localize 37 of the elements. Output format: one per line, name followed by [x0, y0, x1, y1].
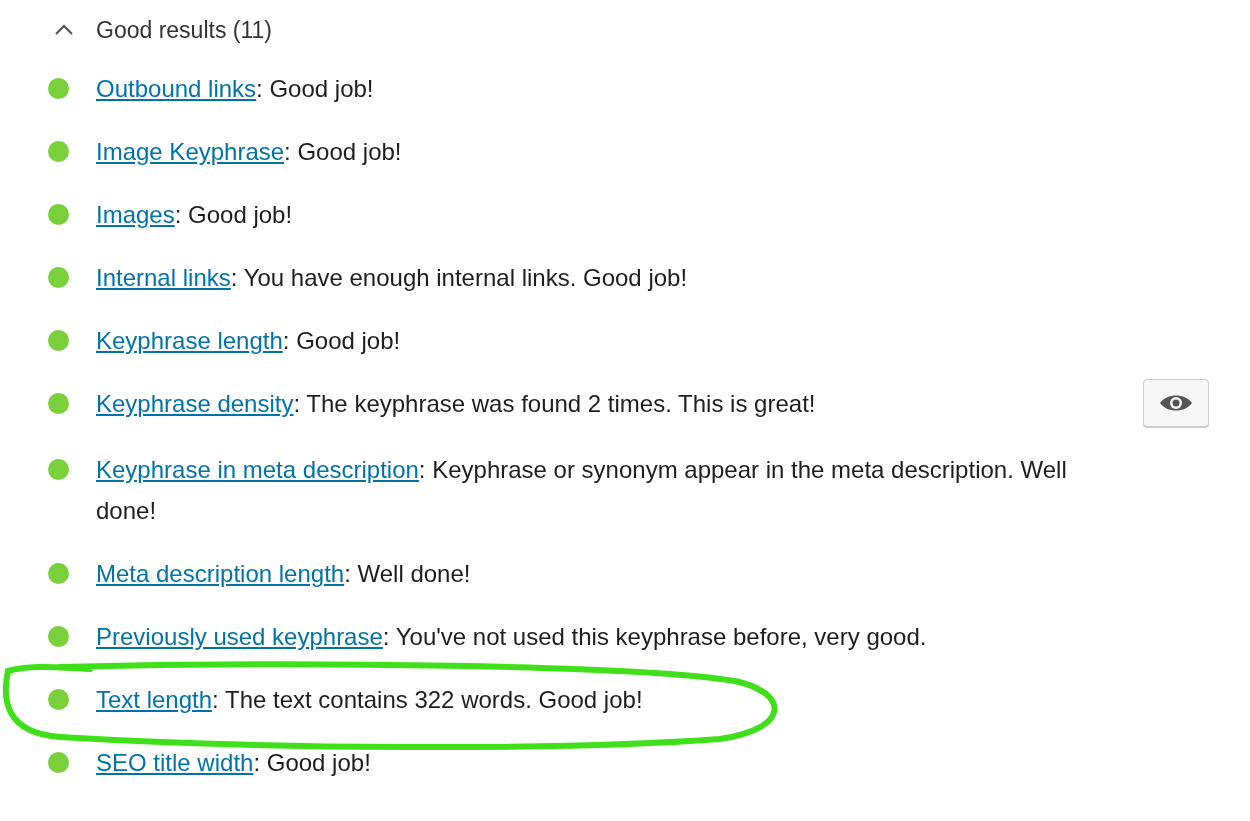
result-link[interactable]: Images — [96, 201, 175, 228]
section-toggle[interactable]: Good results (11) — [48, 8, 272, 52]
chevron-up-icon — [54, 24, 74, 36]
result-text: Internal links: You have enough internal links. Good job! — [96, 263, 689, 293]
status-dot — [48, 459, 69, 480]
status-dot — [48, 393, 69, 414]
status-dot — [48, 689, 69, 710]
result-text: Image Keyphrase: Good job! — [96, 137, 403, 167]
result-text: Text length: The text contains 322 words. Good job! — [96, 685, 644, 715]
result-link[interactable]: Meta description length — [96, 560, 345, 587]
result-text: Keyphrase length: Good job! — [96, 326, 402, 356]
result-link[interactable]: Outbound links — [96, 75, 257, 102]
status-dot — [48, 267, 69, 288]
result-link[interactable]: Previously used keyphrase — [96, 623, 383, 650]
status-dot — [48, 752, 69, 773]
result-text: SEO title width: Good job! — [96, 748, 372, 778]
eye-button[interactable] — [1143, 379, 1209, 427]
status-dot — [48, 204, 69, 225]
result-text: Keyphrase in meta description: Keyphrase or synonym appear in the meta description. Well done! — [96, 455, 1068, 526]
result-link[interactable]: Keyphrase density — [96, 390, 294, 417]
result-text: Meta description length: Well done! — [96, 559, 472, 589]
result-link[interactable]: Keyphrase length — [96, 327, 283, 354]
status-dot — [48, 563, 69, 584]
result-text: Keyphrase density: The keyphrase was found 2 times. This is great! — [96, 389, 817, 419]
result-link[interactable]: Image Keyphrase — [96, 138, 285, 165]
eye-icon — [1159, 393, 1193, 413]
status-dot — [48, 330, 69, 351]
status-dot — [48, 626, 69, 647]
result-link[interactable]: Text length — [96, 686, 213, 713]
result-text: Outbound links: Good job! — [96, 74, 375, 104]
status-dot — [48, 141, 69, 162]
status-dot — [48, 78, 69, 99]
result-text: Previously used keyphrase: You've not used this keyphrase before, very good. — [96, 622, 928, 652]
result-link[interactable]: SEO title width — [96, 749, 254, 776]
result-link[interactable]: Internal links — [96, 264, 231, 291]
result-text: Images: Good job! — [96, 200, 294, 230]
result-link[interactable]: Keyphrase in meta description — [96, 456, 419, 483]
